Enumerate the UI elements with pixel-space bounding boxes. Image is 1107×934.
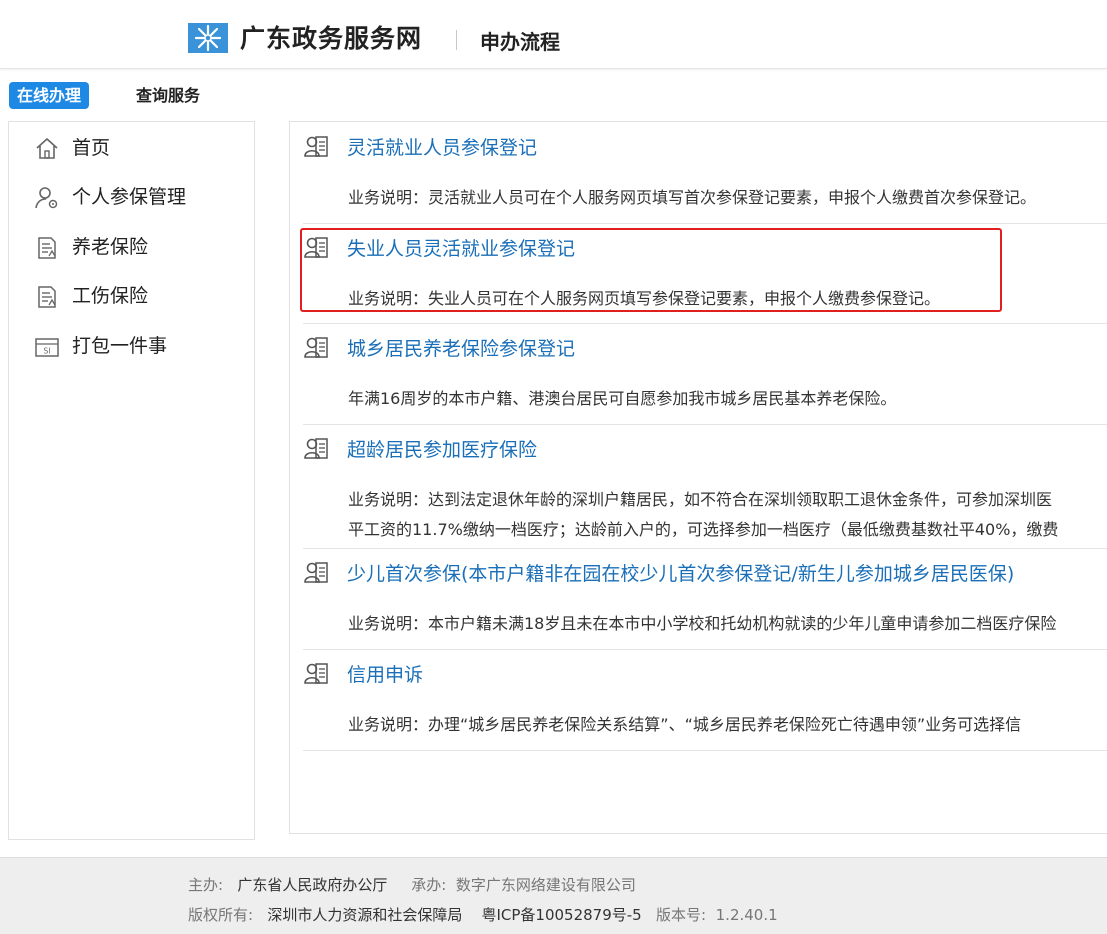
sidebar: 首页 个人参保管理 养老保险 工伤保险 SI 打包一件事: [8, 121, 255, 840]
host-label: 主办:: [188, 876, 224, 894]
list-item: 城乡居民养老保险参保登记 年满16周岁的本市户籍、港澳台居民可自愿参加我市城乡居…: [303, 323, 1107, 425]
user-list-icon: [304, 438, 328, 459]
sidebar-item-bundle[interactable]: SI 打包一件事: [34, 329, 244, 363]
service-description: 业务说明：办理“城乡居民养老保险关系结算”、“城乡居民养老保险死亡待遇申领”业务…: [348, 715, 1022, 734]
organizer-value: 数字广东网络建设有限公司: [455, 876, 636, 894]
tab-query-service[interactable]: 查询服务: [136, 82, 200, 109]
service-title[interactable]: 信用申诉: [347, 661, 423, 689]
tab-online-handling[interactable]: 在线办理: [9, 82, 89, 109]
host-value: 广东省人民政府办公厅: [237, 876, 388, 894]
svg-text:SI: SI: [44, 347, 51, 356]
service-description-line2: 平工资的11.7%缴纳一档医疗；达龄前入户的，可选择参加一档医疗（最低缴费基数社…: [348, 520, 1059, 539]
version-value: 1.2.40.1: [715, 906, 778, 924]
sidebar-item-label: 个人参保管理: [72, 186, 187, 208]
copyright-value: 深圳市人力资源和社会保障局: [267, 906, 463, 924]
service-title[interactable]: 灵活就业人员参保登记: [347, 134, 537, 162]
user-list-icon: [304, 562, 328, 583]
service-description: 业务说明：本市户籍未满18岁且未在本市中小学校和托幼机构就读的少年儿童申请参加二…: [348, 614, 1057, 633]
service-title[interactable]: 城乡居民养老保险参保登记: [347, 335, 575, 363]
list-item: 灵活就业人员参保登记 业务说明：灵活就业人员可在个人服务网页填写首次参保登记要素…: [303, 122, 1107, 224]
service-title[interactable]: 失业人员灵活就业参保登记: [347, 235, 575, 263]
si-card-icon: SI: [35, 338, 59, 357]
page-title: 申办流程: [480, 30, 560, 54]
list-item: 失业人员灵活就业参保登记 业务说明：失业人员可在个人服务网页填写参保登记要素，申…: [303, 223, 1107, 324]
document-icon: [38, 237, 56, 259]
site-header: 广东政务服务网 申办流程: [0, 0, 1107, 69]
list-item: 少儿首次参保(本市户籍非在园在校少儿首次参保登记/新生儿参加城乡居民医保) 业务…: [303, 548, 1107, 650]
version-label: 版本号:: [656, 906, 707, 924]
sidebar-item-label: 工伤保险: [72, 285, 149, 307]
footer-line-1: 主办: 广东省人民政府办公厅 承办: 数字广东网络建设有限公司: [188, 874, 636, 896]
list-item: 信用申诉 业务说明：办理“城乡居民养老保险关系结算”、“城乡居民养老保险死亡待遇…: [303, 649, 1107, 751]
sidebar-item-label: 首页: [72, 137, 111, 159]
user-list-icon: [304, 663, 328, 684]
home-icon: [36, 138, 58, 159]
sidebar-item-pension[interactable]: 养老保险: [34, 230, 244, 264]
service-description: 业务说明：灵活就业人员可在个人服务网页填写首次参保登记要素，申报个人缴费首次参保…: [348, 188, 1037, 207]
footer-line-2: 版权所有: 深圳市人力资源和社会保障局 粤ICP备10052879号-5 版本号…: [188, 904, 778, 926]
service-description: 年满16周岁的本市户籍、港澳台居民可自愿参加我市城乡居民基本养老保险。: [348, 389, 897, 408]
document-icon: [38, 286, 56, 308]
sidebar-item-injury[interactable]: 工伤保险: [34, 279, 244, 313]
sidebar-item-home[interactable]: 首页: [34, 131, 244, 165]
sidebar-item-label: 打包一件事: [72, 335, 168, 357]
site-footer: 主办: 广东省人民政府办公厅 承办: 数字广东网络建设有限公司 版权所有: 深圳…: [0, 857, 1107, 934]
icp-link[interactable]: 粤ICP备10052879号-5: [481, 906, 641, 924]
sidebar-item-personal-insurance[interactable]: 个人参保管理: [34, 180, 244, 214]
logo-icon: [188, 23, 228, 53]
header-divider: [456, 30, 457, 50]
service-description: 业务说明：失业人员可在个人服务网页填写参保登记要素，申报个人缴费参保登记。: [348, 289, 941, 308]
list-item: 超龄居民参加医疗保险 业务说明：达到法定退休年龄的深圳户籍居民，如不符合在深圳领…: [303, 424, 1107, 549]
user-list-icon: [304, 337, 328, 358]
service-description: 业务说明：达到法定退休年龄的深圳户籍居民，如不符合在深圳领取职工退休金条件，可参…: [348, 490, 1053, 509]
service-title[interactable]: 超龄居民参加医疗保险: [347, 436, 537, 464]
service-list: 灵活就业人员参保登记 业务说明：灵活就业人员可在个人服务网页填写首次参保登记要素…: [289, 121, 1107, 834]
copyright-label: 版权所有:: [188, 906, 254, 924]
organizer-label: 承办:: [411, 876, 447, 894]
service-title[interactable]: 少儿首次参保(本市户籍非在园在校少儿首次参保登记/新生儿参加城乡居民医保): [347, 560, 1014, 588]
brand-title[interactable]: 广东政务服务网: [240, 22, 422, 56]
user-list-icon: [304, 237, 328, 258]
sidebar-item-label: 养老保险: [72, 236, 149, 258]
user-list-icon: [304, 136, 328, 157]
user-gear-icon: [35, 187, 58, 209]
